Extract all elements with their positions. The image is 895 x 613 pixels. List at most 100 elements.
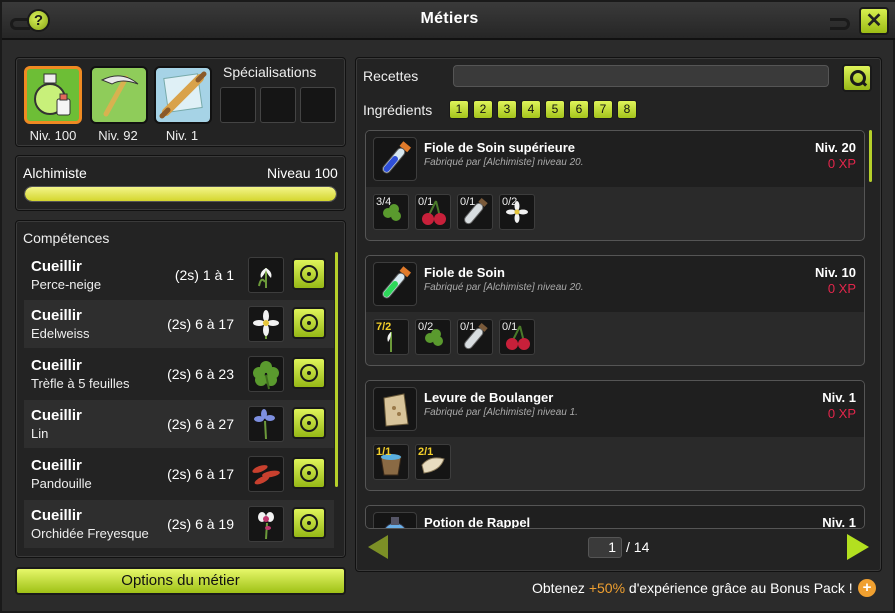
skill-verb: Cueillir (31, 307, 82, 324)
recipe-card[interactable]: Fiole de Soin Fabriqué par [Alchimiste] … (365, 255, 865, 366)
target-icon (300, 364, 318, 382)
specialisation-slot-2[interactable] (260, 87, 296, 123)
ingredient-slot[interactable]: 0/1 (457, 319, 493, 355)
recipe-header: Potion de Rappel Niv. 1 (366, 506, 864, 529)
recipe-icon (373, 262, 417, 306)
resource-thumb[interactable] (248, 257, 284, 293)
harvest-button[interactable] (292, 258, 326, 290)
pandouille-icon (252, 465, 280, 485)
recipes-scrollbar[interactable] (869, 130, 872, 182)
job-name: Alchimiste (23, 165, 87, 181)
recipe-search-input[interactable] (453, 65, 829, 87)
ingredient-quantity: 0/1 (418, 196, 434, 208)
close-button[interactable]: ✕ (859, 7, 889, 35)
next-page-arrow-icon[interactable] (847, 534, 869, 560)
harvest-button[interactable] (292, 507, 326, 539)
ingredient-slot[interactable]: 3/4 (373, 194, 409, 230)
skill-resource: Trèfle à 5 feuilles (31, 376, 130, 391)
previous-page-arrow-icon[interactable] (368, 535, 388, 559)
skill-verb: Cueillir (31, 258, 82, 275)
job-xp-bar (24, 186, 337, 202)
ingredient-count-filter-4[interactable]: 4 (521, 100, 541, 119)
bonus-pack-plus-button[interactable]: + (858, 579, 876, 597)
ingredient-slot[interactable]: 0/2 (415, 319, 451, 355)
recipe-maker: Fabriqué par [Alchimiste] niveau 20. (424, 157, 584, 168)
alchemist-potion-icon (34, 73, 71, 116)
ingredient-slot[interactable]: 7/2 (373, 319, 409, 355)
bonus-suffix: d'expérience grâce au Bonus Pack ! (625, 580, 853, 596)
skill-row: Cueillir Trèfle à 5 feuilles (2s) 6 à 23 (24, 350, 334, 398)
page-number-input[interactable]: 1 (588, 537, 622, 558)
job-slot-alchemist[interactable] (24, 66, 82, 124)
skill-range: (2s) 6 à 23 (167, 366, 234, 382)
ingredient-slot[interactable]: 0/1 (457, 194, 493, 230)
competences-scrollbar[interactable] (335, 252, 338, 487)
resource-thumb[interactable] (248, 406, 284, 442)
ingredient-count-filter-7[interactable]: 7 (593, 100, 613, 119)
job-options-button[interactable]: Options du métier (15, 567, 346, 595)
recipe-card[interactable]: Potion de Rappel Niv. 1 (365, 505, 865, 529)
harvest-button[interactable] (292, 407, 326, 439)
recipe-icon (373, 512, 417, 528)
edelweiss-flower-icon (253, 310, 279, 339)
skill-row: Cueillir Perce-neige (2s) 1 à 1 (24, 251, 334, 299)
job-slot-baker[interactable] (154, 66, 212, 124)
recipe-card[interactable]: Fiole de Soin supérieure Fabriqué par [A… (365, 130, 865, 241)
ingredient-quantity: 7/2 (376, 321, 392, 333)
ingredient-slot[interactable]: 1/1 (373, 444, 409, 480)
recipe-header: Fiole de Soin Fabriqué par [Alchimiste] … (366, 256, 864, 312)
target-icon (300, 514, 318, 532)
flax-flower-icon (254, 409, 275, 440)
ingredient-quantity: 3/4 (376, 196, 392, 208)
ingredient-quantity: 0/2 (502, 196, 518, 208)
ingredient-quantity: 0/1 (460, 196, 476, 208)
skill-row: Cueillir Orchidée Freyesque (2s) 6 à 19 (24, 500, 334, 548)
search-button[interactable] (842, 64, 872, 92)
recipe-header: Fiole de Soin supérieure Fabriqué par [A… (366, 131, 864, 187)
ingredient-count-filter-1[interactable]: 1 (449, 100, 469, 119)
bonus-percent: +50% (588, 580, 626, 596)
skill-verb: Cueillir (31, 357, 82, 374)
target-icon (300, 414, 318, 432)
recipe-maker: Fabriqué par [Alchimiste] niveau 1. (424, 407, 578, 418)
recipe-card[interactable]: Levure de Boulanger Fabriqué par [Alchim… (365, 380, 865, 491)
ingredient-count-filter-6[interactable]: 6 (569, 100, 589, 119)
ingredient-slot[interactable]: 0/1 (415, 194, 451, 230)
job-level-baker: Niv. 1 (165, 128, 199, 143)
skill-resource: Pandouille (31, 476, 92, 491)
ingredient-count-filter-5[interactable]: 5 (545, 100, 565, 119)
resource-thumb[interactable] (248, 306, 284, 342)
ingredient-count-filter-3[interactable]: 3 (497, 100, 517, 119)
resource-thumb[interactable] (248, 506, 284, 542)
ingredient-slot[interactable]: 2/1 (415, 444, 451, 480)
harvest-button[interactable] (292, 457, 326, 489)
recipe-name: Fiole de Soin (424, 265, 505, 280)
specialisation-slot-1[interactable] (220, 87, 256, 123)
resource-thumb[interactable] (248, 456, 284, 492)
title-bar[interactable]: ? Métiers ✕ (2, 2, 895, 40)
recipe-name: Potion de Rappel (424, 515, 531, 529)
ingredient-slot[interactable]: 0/1 (499, 319, 535, 355)
harvest-button[interactable] (292, 357, 326, 389)
skill-resource: Lin (31, 426, 49, 441)
ingredient-count-filter-8[interactable]: 8 (617, 100, 637, 119)
farmer-scythe-icon (100, 75, 139, 117)
ingredient-count-filter-2[interactable]: 2 (473, 100, 493, 119)
ingredient-slot[interactable]: 0/2 (499, 194, 535, 230)
specialisation-slot-3[interactable] (300, 87, 336, 123)
resource-thumb[interactable] (248, 356, 284, 392)
recipe-level: Niv. 1 (822, 515, 856, 529)
skill-verb: Cueillir (31, 457, 82, 474)
snowdrop-flower-icon (258, 268, 272, 288)
baker-rolling-pin-icon (159, 71, 207, 119)
recipe-xp: 0 XP (827, 156, 856, 171)
target-icon (300, 464, 318, 482)
job-level-panel (15, 155, 346, 211)
harvest-button[interactable] (292, 307, 326, 339)
window-title: Métiers (420, 10, 479, 27)
job-slot-farmer[interactable] (90, 66, 148, 124)
skill-verb: Cueillir (31, 407, 82, 424)
skill-range: (2s) 6 à 17 (167, 316, 234, 332)
ingredient-quantity: 0/1 (460, 321, 476, 333)
blue-vial-icon (382, 141, 412, 174)
